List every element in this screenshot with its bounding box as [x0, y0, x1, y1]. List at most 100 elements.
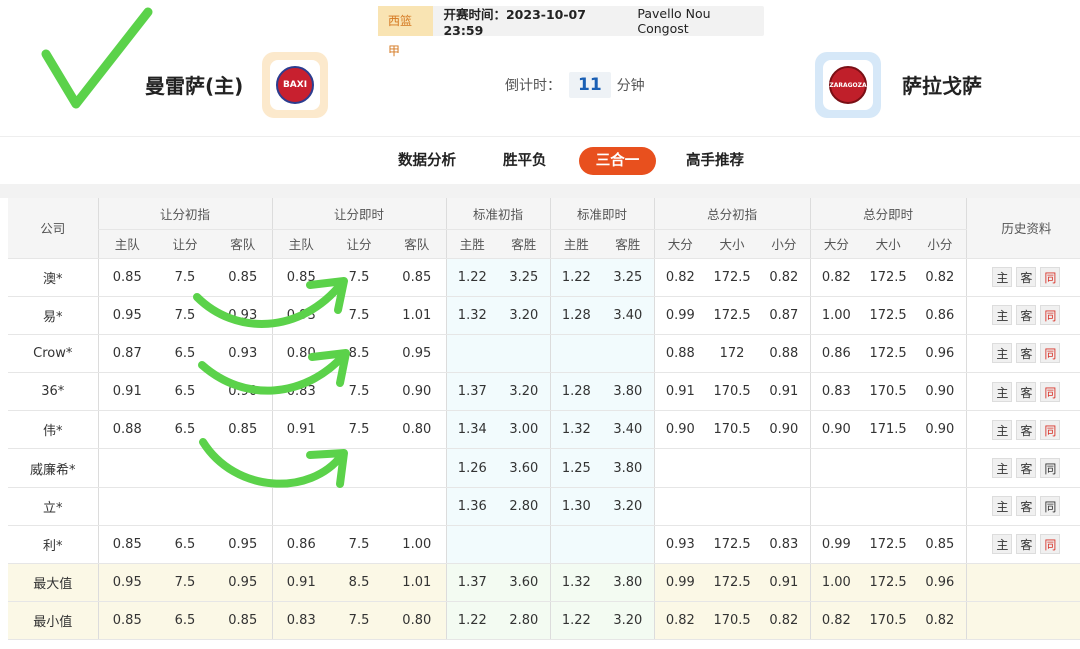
- company-name[interactable]: 伟*: [8, 410, 98, 450]
- odds-cell: [388, 487, 447, 526]
- company-name[interactable]: 利*: [8, 525, 98, 565]
- history-same-button[interactable]: 同: [1040, 458, 1061, 479]
- company-name[interactable]: 36*: [8, 372, 98, 412]
- history-same-button[interactable]: 同: [1040, 267, 1061, 288]
- odds-table: 公司 让分初指 让分即时 标准初指 标准即时 总分初指 总分即时 历史资料 主队…: [8, 198, 1080, 641]
- league-badge[interactable]: 西篮甲: [378, 6, 434, 58]
- col-company: 公司: [8, 198, 98, 259]
- away-team-name[interactable]: 萨拉戈萨: [902, 70, 982, 99]
- company-name[interactable]: 立*: [8, 487, 98, 526]
- odds-cell: 0.93: [653, 525, 707, 565]
- company-name[interactable]: 最大值: [8, 563, 98, 603]
- history-same-button[interactable]: 同: [1040, 381, 1061, 402]
- odds-cell: [602, 334, 655, 374]
- sub-header-cell: 主队: [271, 229, 331, 259]
- history-home-button[interactable]: 主: [992, 496, 1013, 517]
- odds-cell: 6.5: [156, 410, 214, 450]
- history-away-button[interactable]: 客: [1016, 381, 1037, 402]
- history-away-button[interactable]: 客: [1016, 267, 1037, 288]
- odds-cell: 3.80: [602, 448, 655, 488]
- history-same-button[interactable]: 同: [1040, 534, 1061, 555]
- history-cell: 主客同: [965, 334, 1080, 374]
- history-home-button[interactable]: 主: [992, 305, 1013, 326]
- odds-cell: 0.85: [271, 258, 331, 297]
- odds-cell: 0.85: [214, 258, 273, 297]
- company-name[interactable]: Crow*: [8, 334, 98, 374]
- odds-cell: 6.5: [156, 601, 214, 641]
- odds-cell: 1.00: [809, 563, 863, 603]
- tab-data-analysis[interactable]: 数据分析: [398, 147, 456, 175]
- odds-cell: 0.86: [809, 334, 863, 374]
- odds-cell: 170.5: [862, 372, 915, 412]
- odds-cell: 0.87: [758, 296, 811, 335]
- tab-win-draw-lose[interactable]: 胜平负: [503, 147, 547, 175]
- home-team-name[interactable]: 曼雷萨(主): [145, 70, 243, 99]
- history-same-button[interactable]: 同: [1040, 305, 1061, 326]
- col-history: 历史资料: [965, 198, 1080, 259]
- sub-header-cell: 主胜: [445, 229, 499, 259]
- odds-cell: 1.26: [445, 448, 499, 488]
- history-away-button[interactable]: 客: [1016, 305, 1037, 326]
- col-group-total-live: 总分即时: [809, 198, 967, 230]
- history-away-button[interactable]: 客: [1016, 343, 1037, 364]
- sub-header-cell: 客队: [388, 229, 447, 259]
- company-name[interactable]: 易*: [8, 296, 98, 335]
- odds-cell: 0.85: [214, 601, 273, 641]
- tab-expert-picks[interactable]: 高手推荐: [686, 147, 744, 175]
- history-away-button[interactable]: 客: [1016, 496, 1037, 517]
- odds-cell: 0.85: [388, 258, 447, 297]
- away-logo-emblem: ZARAGOZA: [829, 66, 867, 104]
- table-row: 立* 1.36 2.80 1.30 3.20 主客同: [8, 487, 1080, 526]
- table-row: 易* 0.95 7.5 0.93 0.93 7.5 1.01 1.32 3.20 1.28 3.40…: [8, 296, 1080, 335]
- history-home-button[interactable]: 主: [992, 534, 1013, 555]
- odds-cell: [914, 448, 967, 488]
- odds-cell: 1.01: [388, 563, 447, 603]
- history-same-button[interactable]: 同: [1040, 343, 1061, 364]
- history-buttons: 主客同: [967, 381, 1080, 402]
- odds-cell: 0.95: [97, 296, 156, 335]
- history-home-button[interactable]: 主: [992, 458, 1013, 479]
- history-away-button[interactable]: 客: [1016, 419, 1037, 440]
- odds-cell: [271, 448, 331, 488]
- odds-cell: 0.85: [97, 258, 156, 297]
- history-buttons: 主客同: [967, 419, 1080, 440]
- odds-cell: [214, 448, 273, 488]
- odds-cell: 0.82: [914, 601, 967, 641]
- odds-cell: [97, 487, 156, 526]
- odds-cell: 7.5: [330, 296, 389, 335]
- odds-cell: [388, 448, 447, 488]
- odds-cell: 0.91: [271, 410, 331, 450]
- checkmark-annotation-icon: [41, 7, 153, 109]
- odds-cell: 3.20: [602, 487, 655, 526]
- odds-cell: 7.5: [330, 601, 389, 641]
- history-away-button[interactable]: 客: [1016, 534, 1037, 555]
- countdown-unit: 分钟: [616, 78, 645, 94]
- sub-header-cell: 让分: [156, 229, 214, 259]
- history-home-button[interactable]: 主: [992, 343, 1013, 364]
- odds-cell: 1.32: [445, 296, 499, 335]
- odds-cell: 0.99: [653, 296, 707, 335]
- history-home-button[interactable]: 主: [992, 419, 1013, 440]
- divider: [0, 184, 1080, 198]
- odds-cell: 1.36: [445, 487, 499, 526]
- history-away-button[interactable]: 客: [1016, 458, 1037, 479]
- company-name[interactable]: 威廉希*: [8, 448, 98, 488]
- away-logo-frame: ZARAGOZA: [823, 60, 873, 110]
- odds-cell: 6.5: [156, 525, 214, 565]
- company-name[interactable]: 最小值: [8, 601, 98, 641]
- odds-cell: [706, 448, 759, 488]
- company-name[interactable]: 澳*: [8, 258, 98, 297]
- history-home-button[interactable]: 主: [992, 267, 1013, 288]
- odds-cell: [758, 448, 811, 488]
- history-same-button[interactable]: 同: [1040, 419, 1061, 440]
- history-same-button[interactable]: 同: [1040, 496, 1061, 517]
- odds-cell: 0.82: [653, 258, 707, 297]
- history-home-button[interactable]: 主: [992, 381, 1013, 402]
- odds-cell: 0.88: [758, 334, 811, 374]
- odds-cell: 0.96: [914, 334, 967, 374]
- away-team-logo[interactable]: ZARAGOZA: [815, 52, 881, 118]
- tab-three-in-one[interactable]: 三合一: [579, 147, 656, 175]
- odds-cell: [862, 487, 915, 526]
- home-logo-emblem: BAXI: [276, 66, 314, 104]
- home-team-logo[interactable]: BAXI: [262, 52, 328, 118]
